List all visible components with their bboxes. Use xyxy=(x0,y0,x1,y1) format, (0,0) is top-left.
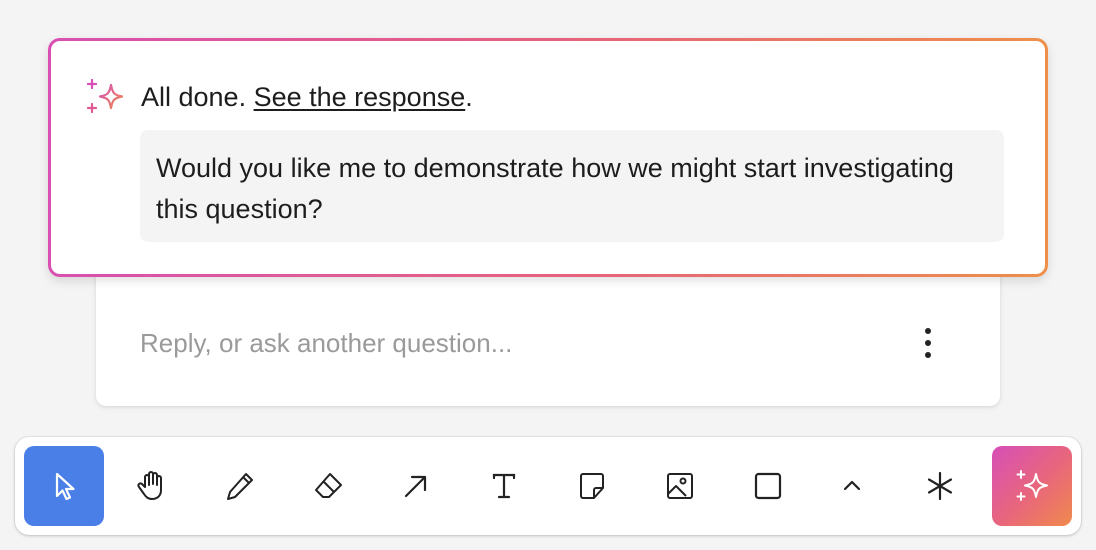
pencil-icon xyxy=(227,473,253,500)
suggestion-text: Would you like me to demonstrate how we … xyxy=(156,153,954,224)
text-tool-button[interactable] xyxy=(464,446,544,526)
more-options-icon-dot xyxy=(925,352,931,358)
cursor-arrow-icon xyxy=(55,472,75,501)
arrow-tool-button[interactable] xyxy=(376,446,456,526)
more-options-icon-dot xyxy=(925,328,931,334)
reply-input[interactable] xyxy=(140,326,900,360)
ai-response-card: All done. See the response. Would you li… xyxy=(48,38,1048,277)
see-response-link[interactable]: See the response xyxy=(254,82,466,112)
eraser-icon xyxy=(315,473,342,498)
image-icon xyxy=(667,473,693,499)
sparkle-icon xyxy=(86,78,124,114)
rectangle-icon xyxy=(754,472,782,500)
more-options-icon-dot xyxy=(925,340,931,346)
hand-tool-button[interactable] xyxy=(112,446,192,526)
text-icon xyxy=(492,473,516,499)
toolbar xyxy=(15,437,1081,535)
hand-icon xyxy=(137,471,162,500)
status-suffix: . xyxy=(465,82,473,112)
status-text: All done. See the response. xyxy=(141,81,473,113)
sticky-note-icon xyxy=(580,473,604,499)
sparkle-icon xyxy=(1016,470,1048,501)
more-tools-button[interactable] xyxy=(812,446,892,526)
arrow-icon xyxy=(404,475,427,498)
draw-tool-button[interactable] xyxy=(200,446,280,526)
note-tool-button[interactable] xyxy=(552,446,632,526)
image-tool-button[interactable] xyxy=(640,446,720,526)
eraser-tool-button[interactable] xyxy=(288,446,368,526)
more-options-button[interactable] xyxy=(914,323,942,363)
canvas: All done. See the response. Would you li… xyxy=(0,0,1096,550)
rectangle-tool-button[interactable] xyxy=(728,446,808,526)
status-prefix: All done. xyxy=(141,82,254,112)
ai-response-body: All done. See the response. Would you li… xyxy=(51,41,1045,274)
select-tool-button[interactable] xyxy=(24,446,104,526)
ai-assistant-button[interactable] xyxy=(992,446,1072,526)
laser-tool-button[interactable] xyxy=(900,446,980,526)
chevron-up-icon xyxy=(843,480,861,491)
asterisk-icon xyxy=(927,471,953,501)
suggestion-prompt[interactable]: Would you like me to demonstrate how we … xyxy=(140,130,1004,242)
